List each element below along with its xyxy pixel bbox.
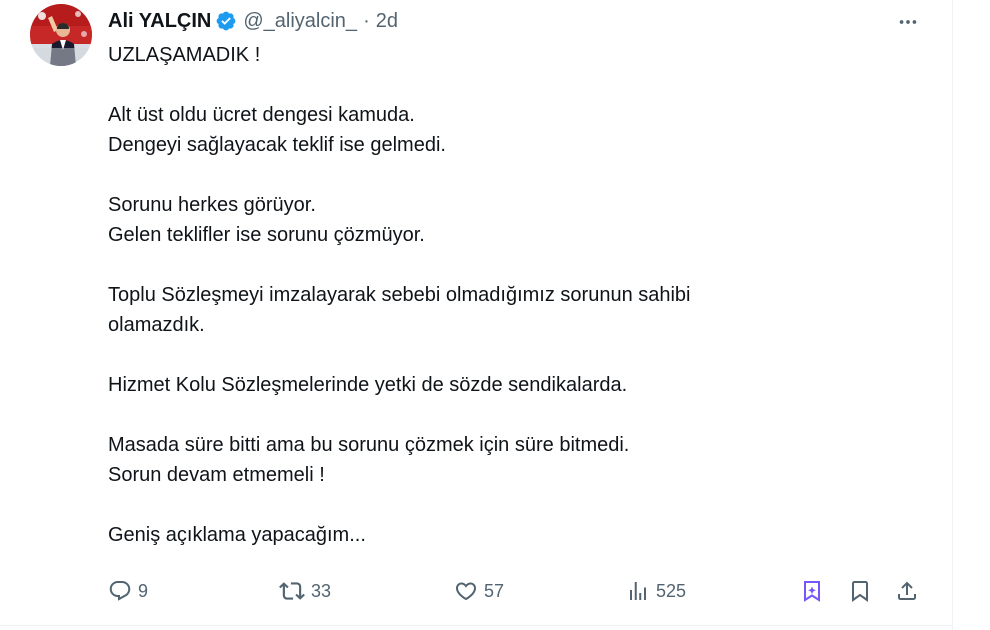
bookmark-button[interactable] bbox=[843, 574, 877, 608]
timeline-border bbox=[952, 0, 953, 630]
tweet-line: Gelen teklifler ise sorunu çözmüyor. bbox=[108, 224, 425, 246]
tweet-line: Toplu Sözleşmeyi imzalayarak sebebi olma… bbox=[108, 284, 691, 306]
grok-icon bbox=[804, 581, 820, 602]
heart-icon bbox=[455, 582, 477, 601]
tweet-line: Sorunu herkes görüyor. bbox=[108, 194, 316, 216]
tweet-line: Hizmet Kolu Sözleşmelerinde yetki de söz… bbox=[108, 374, 628, 396]
share-icon bbox=[898, 581, 916, 600]
like-count: 57 bbox=[484, 580, 505, 601]
more-options-button[interactable] bbox=[894, 8, 922, 36]
avatar[interactable] bbox=[30, 4, 92, 66]
like-button[interactable]: 57 bbox=[454, 574, 504, 608]
author-name[interactable]: Ali YALÇIN bbox=[108, 10, 211, 33]
reply-button[interactable]: 9 bbox=[108, 574, 148, 608]
tweet-header: Ali YALÇIN @_aliyalcin_ · 2d bbox=[108, 6, 398, 36]
bookmark-icon bbox=[852, 581, 868, 602]
tweet-line: UZLAŞAMADIK ! bbox=[108, 44, 261, 66]
views-button[interactable]: 525 bbox=[626, 574, 686, 608]
grok-button[interactable] bbox=[795, 574, 829, 608]
tweet-timestamp[interactable]: 2d bbox=[376, 10, 398, 33]
separator-dot: · bbox=[363, 9, 370, 32]
views-bars-icon bbox=[630, 582, 646, 600]
tweet-blank-line bbox=[108, 400, 868, 430]
tweet-line: Alt üst oldu ücret dengesi kamuda. bbox=[108, 104, 415, 126]
tweet-blank-line bbox=[108, 490, 868, 520]
tweet-line: olamazdık. bbox=[108, 314, 205, 336]
more-dots-icon bbox=[899, 20, 917, 24]
tweet-text: UZLAŞAMADIK ! Alt üst oldu ücret dengesi… bbox=[108, 40, 868, 550]
tweet-line: Masada süre bitti ama bu sorunu çözmek i… bbox=[108, 434, 630, 456]
tweet-line: Sorun devam etmemeli ! bbox=[108, 464, 325, 486]
tweet-divider bbox=[0, 625, 952, 626]
avatar-photo bbox=[30, 4, 92, 66]
tweet-line: Dengeyi sağlayacak teklif ise gelmedi. bbox=[108, 134, 446, 156]
reply-count: 9 bbox=[138, 580, 149, 601]
repost-button[interactable]: 33 bbox=[279, 574, 331, 608]
verified-badge-icon bbox=[215, 10, 237, 32]
share-button[interactable] bbox=[890, 574, 924, 608]
tweet-line: Geniş açıklama yapacağım... bbox=[108, 524, 366, 546]
author-handle[interactable]: @_aliyalcin_ bbox=[243, 10, 357, 33]
views-count: 525 bbox=[656, 580, 687, 601]
tweet-blank-line bbox=[108, 250, 868, 280]
repost-arrows-icon bbox=[279, 582, 305, 600]
tweet-blank-line bbox=[108, 70, 868, 100]
repost-count: 33 bbox=[311, 580, 332, 601]
tweet-blank-line bbox=[108, 160, 868, 190]
tweet-blank-line bbox=[108, 340, 868, 370]
reply-bubble-icon bbox=[109, 581, 131, 601]
